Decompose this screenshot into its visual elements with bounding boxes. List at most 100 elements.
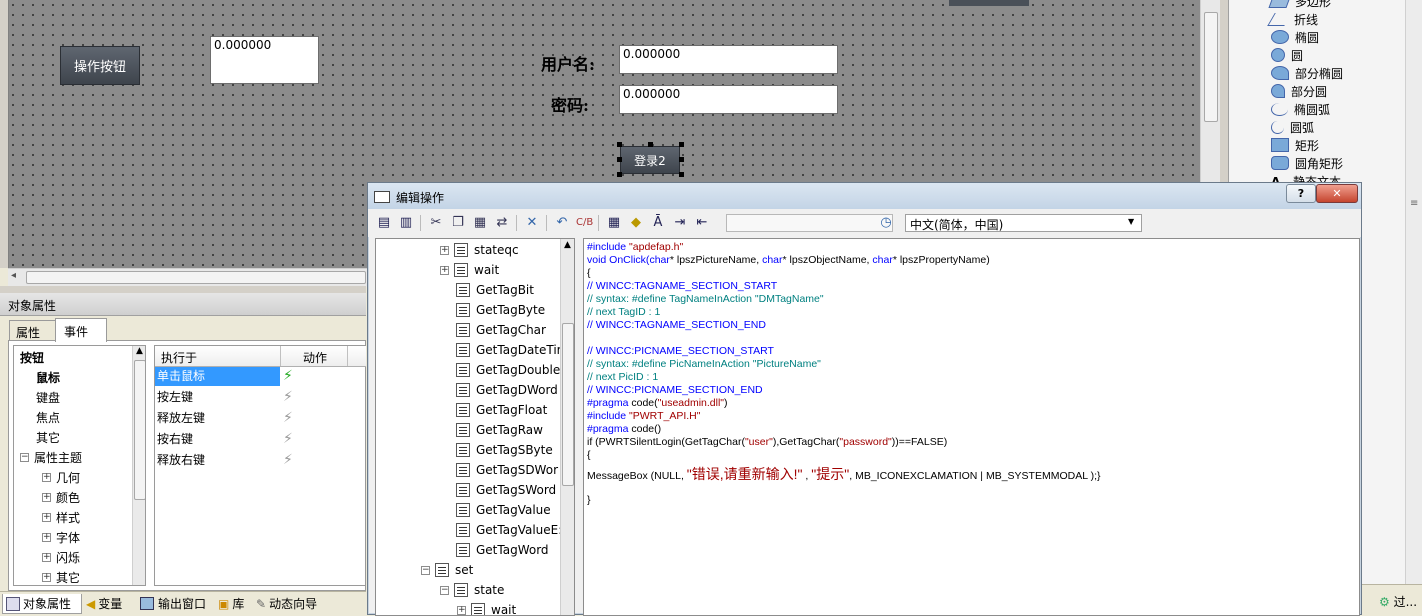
lightning-bolt-icon[interactable]: ⚡ (283, 389, 293, 405)
bottom-tab-output[interactable]: 输出窗口 (140, 594, 206, 613)
function-tree-item[interactable]: GetTagDWord (456, 380, 558, 400)
function-tree-scrollbar[interactable]: ▲ (560, 239, 574, 615)
lightning-bolt-icon[interactable]: ⚡ (283, 368, 293, 384)
function-tree-item[interactable]: GetTagByte (456, 300, 545, 320)
language-select[interactable]: 中文(简体，中国) ▼ (905, 214, 1142, 232)
expand-icon[interactable]: + (42, 472, 51, 482)
function-tree-item[interactable]: GetTagRaw (456, 420, 543, 440)
toolbox-item[interactable]: 多边形 (1268, 0, 1331, 10)
import-icon[interactable]: ⇥ (672, 215, 688, 231)
expand-icon[interactable]: + (457, 605, 466, 615)
event-tree-item[interactable]: 键盘 (36, 387, 60, 407)
scroll-up-arrow-icon[interactable]: ▲ (136, 346, 143, 356)
event-tree-item[interactable]: − 属性主题 (20, 447, 82, 467)
toolbox-item[interactable]: 部分椭圆 (1271, 64, 1343, 82)
selection-handle[interactable] (648, 142, 653, 147)
trigger-clock-icon[interactable]: ◷ (878, 215, 894, 231)
expand-icon[interactable]: + (42, 572, 51, 582)
event-row[interactable]: 单击鼠标 ⚡ (155, 367, 366, 387)
replace-icon[interactable]: ⇄ (494, 215, 510, 231)
function-tree-item[interactable]: GetTagValue (456, 500, 551, 520)
value-io-field[interactable]: 0.000000 (210, 36, 319, 84)
event-row[interactable]: 按右键 ⚡ (155, 430, 366, 450)
bottom-tab-library[interactable]: ▣ 库 (218, 594, 244, 613)
toolbox-item[interactable]: 折线 (1267, 10, 1318, 28)
event-tree-item[interactable]: 按钮 (20, 347, 44, 367)
paste-icon[interactable]: ▦ (472, 215, 488, 231)
event-row[interactable]: 按左键 ⚡ (155, 388, 366, 408)
function-tree-item[interactable]: − state (440, 580, 504, 600)
copy-icon[interactable]: ❐ (450, 215, 466, 231)
function-tree-item[interactable]: GetTagDouble (456, 360, 560, 380)
toolbox-item[interactable]: 矩形 (1271, 136, 1319, 154)
toolbox-item[interactable]: 椭圆弧 (1271, 100, 1330, 118)
expand-icon[interactable]: + (42, 492, 51, 502)
expand-icon[interactable]: + (440, 245, 449, 255)
delete-icon[interactable]: ✕ (524, 215, 540, 231)
event-tree-item[interactable]: + 颜色 (42, 487, 80, 507)
lightning-bolt-icon[interactable]: ⚡ (283, 431, 293, 447)
expand-icon[interactable]: + (42, 532, 51, 542)
toolbox-item[interactable]: 圆角矩形 (1271, 154, 1343, 172)
event-tree-thumb[interactable] (134, 360, 145, 500)
event-row[interactable]: 释放右键 ⚡ (155, 451, 366, 471)
function-tree-item[interactable]: GetTagValueE: (456, 520, 562, 540)
function-tree-item[interactable]: − set (421, 560, 473, 580)
event-row[interactable]: 释放左键 ⚡ (155, 409, 366, 429)
panel-splitter[interactable] (0, 286, 366, 293)
function-tree-item[interactable]: + wait (457, 600, 516, 615)
selection-handle[interactable] (617, 142, 622, 147)
toolbox-scrollbar[interactable]: ≡ (1405, 0, 1422, 615)
trigger-field[interactable] (726, 214, 893, 232)
function-tree-thumb[interactable] (562, 323, 574, 486)
selection-handle[interactable] (617, 157, 622, 162)
find-replace-icon[interactable]: C/B (576, 215, 593, 231)
selection-handle[interactable] (679, 142, 684, 147)
property-icon[interactable]: Ā (650, 215, 666, 231)
function-tree-item[interactable]: GetTagBit (456, 280, 534, 300)
lightning-bolt-icon[interactable]: ⚡ (283, 452, 293, 468)
compile-all-icon[interactable]: ▥ (398, 215, 414, 231)
scroll-up-arrow-icon[interactable]: ▲ (564, 240, 571, 250)
function-tree-item[interactable]: GetTagSDWor (456, 460, 558, 480)
tab-properties[interactable]: 属性 (9, 320, 57, 341)
dialog-title-bar[interactable]: 编辑操作 ? ✕ (368, 183, 1361, 209)
function-tree-item[interactable]: + stateqc (440, 240, 519, 260)
horizontal-scrollbar-thumb[interactable] (26, 271, 366, 284)
function-tree-item[interactable]: GetTagChar (456, 320, 546, 340)
compile-icon[interactable]: ▤ (376, 215, 392, 231)
tab-events[interactable]: 事件 (55, 318, 107, 342)
expand-icon[interactable]: + (440, 265, 449, 275)
help-button[interactable]: ? (1286, 184, 1316, 203)
event-tree-item[interactable]: + 其它 (42, 567, 80, 585)
toolbox-item[interactable]: 圆 (1271, 46, 1303, 64)
selection-handle[interactable] (617, 172, 622, 177)
collapse-icon[interactable]: − (20, 452, 29, 462)
toolbox-item[interactable]: 圆弧 (1271, 118, 1314, 136)
toolbox-item[interactable]: 部分圆 (1271, 82, 1327, 100)
operation-button[interactable]: 操作按钮 (60, 46, 140, 85)
code-editor[interactable]: #include "apdefap.h" void OnClick(char* l… (583, 238, 1360, 616)
partial-button-top[interactable] (949, 0, 1029, 6)
function-tree-item[interactable]: GetTagFloat (456, 400, 547, 420)
selection-handle[interactable] (679, 157, 684, 162)
login-button[interactable]: 登录2 (620, 146, 680, 174)
bottom-tab-object-properties[interactable]: 对象属性 (2, 594, 82, 614)
function-tree-item[interactable]: GetTagSWord (456, 480, 556, 500)
event-tree-item[interactable]: + 闪烁 (42, 547, 80, 567)
expand-icon[interactable]: + (42, 552, 51, 562)
event-tree-item[interactable]: + 字体 (42, 527, 80, 547)
undo-icon[interactable]: ↶ (554, 215, 570, 231)
bottom-tab-variables[interactable]: ◀ 变量 (86, 594, 122, 613)
toolbox-item[interactable]: 椭圆 (1271, 28, 1319, 46)
chevron-down-icon[interactable]: ▼ (1128, 217, 1134, 226)
bottom-tab-dynamic-wizard[interactable]: ✎ 动态向导 (256, 594, 317, 613)
selection-handle[interactable] (679, 172, 684, 177)
filter-tab[interactable]: ⚙ 过... (1379, 593, 1417, 610)
event-tree-item[interactable]: 焦点 (36, 407, 60, 427)
password-field[interactable]: 0.000000 (619, 85, 838, 114)
event-tree-scrollbar[interactable]: ▲ (132, 346, 145, 585)
close-button[interactable]: ✕ (1316, 184, 1358, 203)
function-tree-item[interactable]: GetTagWord (456, 540, 549, 560)
cut-icon[interactable]: ✂ (428, 215, 444, 231)
